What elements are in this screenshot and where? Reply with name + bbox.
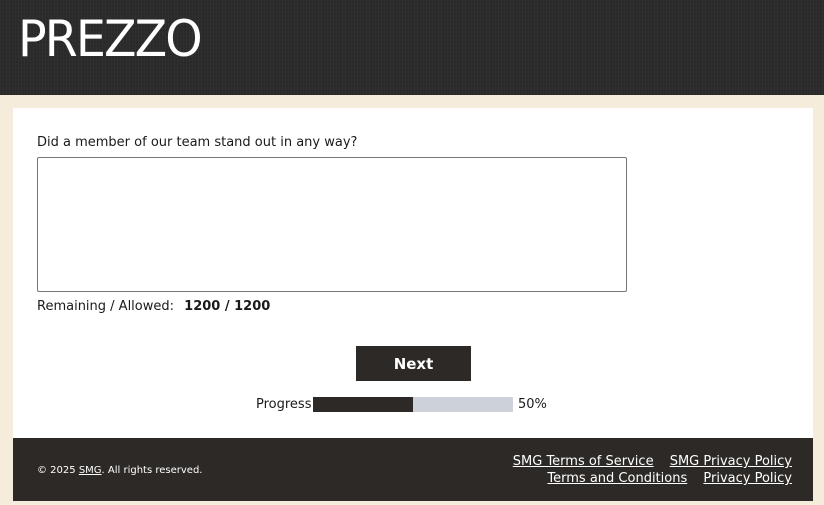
site-footer: © 2025 SMG. All rights reserved. SMG Ter… — [13, 438, 813, 501]
progress-percent: 50% — [518, 397, 547, 412]
copyright-suffix: . All rights reserved. — [101, 465, 203, 476]
next-button[interactable]: Next — [356, 346, 471, 381]
footer-links-row-1: SMG Terms of Service SMG Privacy Policy — [501, 454, 792, 469]
answer-textarea[interactable] — [37, 157, 627, 292]
counter-label: Remaining / Allowed: — [37, 299, 175, 314]
question-label: Did a member of our team stand out in an… — [37, 135, 358, 150]
progress-bar-fill — [313, 397, 413, 412]
copyright-text: © 2025 SMG. All rights reserved. — [37, 465, 202, 476]
survey-card: Did a member of our team stand out in an… — [13, 108, 813, 438]
privacy-policy-link[interactable]: Privacy Policy — [703, 471, 792, 486]
progress-label: Progress — [256, 397, 312, 412]
smg-link[interactable]: SMG — [79, 465, 102, 476]
character-counter: Remaining / Allowed: 1200 / 1200 — [37, 299, 270, 314]
prezzo-logo: PREZZO — [18, 10, 203, 68]
terms-and-conditions-link[interactable]: Terms and Conditions — [547, 471, 687, 486]
progress-bar — [313, 397, 513, 412]
smg-terms-of-service-link[interactable]: SMG Terms of Service — [513, 454, 654, 469]
site-header: PREZZO — [0, 0, 824, 95]
counter-value: 1200 / 1200 — [184, 299, 271, 314]
smg-privacy-policy-link[interactable]: SMG Privacy Policy — [670, 454, 792, 469]
copyright-prefix: © 2025 — [37, 465, 79, 476]
footer-links-row-2: Terms and Conditions Privacy Policy — [535, 471, 792, 486]
